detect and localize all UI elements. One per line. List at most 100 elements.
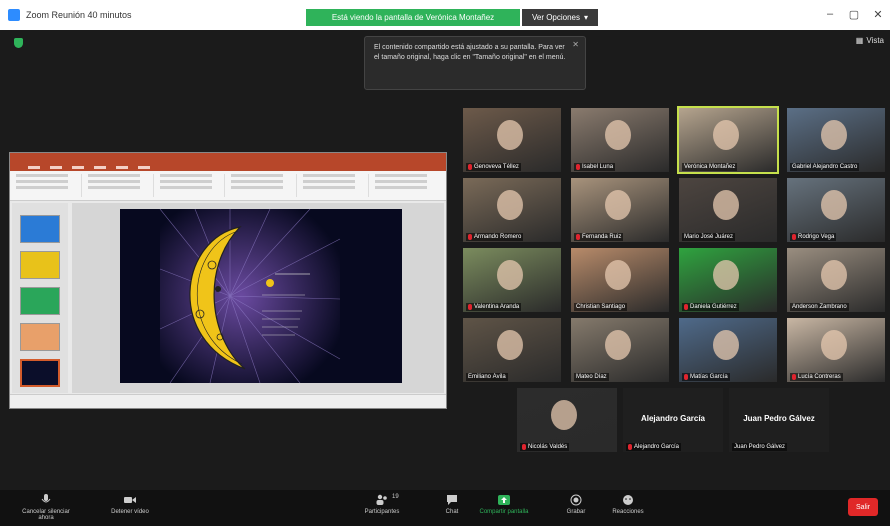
participant-silhouette xyxy=(605,190,631,220)
participant-name: Gabriel Alejandro Castro xyxy=(792,164,858,170)
stop-video-label: Detener vídeo xyxy=(111,509,149,515)
mic-off-icon xyxy=(792,374,796,380)
unmute-button[interactable]: Cancelar silenciar ahora xyxy=(16,494,76,521)
chat-icon xyxy=(447,495,457,505)
security-shield-icon[interactable] xyxy=(14,38,23,48)
participant-name: Isabel Luna xyxy=(582,164,614,170)
participant-silhouette xyxy=(497,120,523,150)
participant-name: Rodrigo Vega xyxy=(798,234,835,240)
participant-tile[interactable]: Nicolás Valdés xyxy=(517,388,617,452)
participants-button[interactable]: Participantes xyxy=(352,494,412,515)
participant-tile[interactable]: Rodrigo Vega xyxy=(787,178,885,242)
participant-tile[interactable]: Isabel Luna xyxy=(571,108,669,172)
participant-silhouette xyxy=(821,330,847,360)
participant-name-label: Nicolás Valdés xyxy=(520,443,570,451)
participant-name-label: Verónica Montañez xyxy=(682,163,738,171)
mic-off-icon xyxy=(468,164,472,170)
unmute-label: Cancelar silenciar ahora xyxy=(22,509,70,521)
mic-off-icon xyxy=(468,234,472,240)
participant-tile[interactable]: Alejandro García Alejandro García xyxy=(623,388,723,452)
participant-name: Verónica Montañez xyxy=(684,164,736,170)
participant-tile[interactable]: Juan Pedro Gálvez Juan Pedro Gálvez xyxy=(729,388,829,452)
participant-silhouette xyxy=(497,330,523,360)
slide-thumbnail[interactable] xyxy=(20,323,60,351)
participant-tile[interactable]: Fernanda Ruiz xyxy=(571,178,669,242)
participant-silhouette xyxy=(551,400,577,430)
participant-silhouette xyxy=(605,260,631,290)
participant-tile[interactable]: Armando Romero xyxy=(463,178,561,242)
participant-name-label: Mario José Juárez xyxy=(682,233,736,241)
minimize-icon[interactable]: – xyxy=(820,8,840,20)
slide-thumbnails xyxy=(12,203,68,393)
participant-name: Lucía Contreras xyxy=(798,374,841,380)
participant-name-label: Emiliano Ávila xyxy=(466,373,508,381)
participant-name-label: Juan Pedro Gálvez xyxy=(732,443,788,451)
chevron-down-icon: ▾ xyxy=(584,13,589,22)
participant-silhouette xyxy=(605,330,631,360)
ppt-titlebar xyxy=(10,153,446,163)
reactions-label: Reacciones xyxy=(612,509,644,515)
tooltip-text: El contenido compartido está ajustado a … xyxy=(374,44,566,61)
participant-name-label: Armando Romero xyxy=(466,233,524,241)
participant-silhouette xyxy=(821,260,847,290)
participant-tile[interactable]: Emiliano Ávila xyxy=(463,318,561,382)
view-label: Vista xyxy=(866,36,884,45)
close-icon[interactable]: ✕ xyxy=(572,40,579,50)
participant-name-label: Lucía Contreras xyxy=(790,373,843,381)
participant-name: Valentina Aranda xyxy=(474,304,520,310)
share-tooltip: El contenido compartido está ajustado a … xyxy=(364,36,586,90)
participant-tile[interactable]: Christian Santiago xyxy=(571,248,669,312)
participant-tile[interactable]: Verónica Montañez xyxy=(677,106,779,174)
participant-tile[interactable]: Mateo Díaz xyxy=(571,318,669,382)
participant-tile[interactable]: Mario José Juárez xyxy=(679,178,777,242)
grid-icon: ▦ xyxy=(855,36,864,45)
mic-off-icon xyxy=(468,304,472,310)
ppt-statusbar xyxy=(10,394,446,408)
leave-button[interactable]: Salir xyxy=(848,498,878,516)
participant-tile[interactable]: Gabriel Alejandro Castro xyxy=(787,108,885,172)
mic-off-icon xyxy=(576,234,580,240)
participant-name: Mateo Díaz xyxy=(576,374,607,380)
maximize-icon[interactable]: ▢ xyxy=(844,8,864,21)
participant-tile[interactable]: Valentina Aranda xyxy=(463,248,561,312)
chat-label: Chat xyxy=(445,509,459,515)
participant-silhouette xyxy=(713,120,739,150)
slide-thumbnail[interactable] xyxy=(20,251,60,279)
view-options-button[interactable]: Ver Opciones ▾ xyxy=(522,9,598,26)
participant-name: Alejandro García xyxy=(634,444,680,450)
view-button[interactable]: ▦ Vista xyxy=(856,36,884,45)
participant-silhouette xyxy=(497,260,523,290)
participant-tile[interactable]: Daniela Gutiérrez xyxy=(679,248,777,312)
participant-tile[interactable]: Anderson Zambrano xyxy=(787,248,885,312)
participant-name: Christian Santiago xyxy=(576,304,626,310)
close-icon[interactable]: ✕ xyxy=(868,8,888,21)
mic-off-icon xyxy=(684,374,688,380)
participant-name: Fernanda Ruiz xyxy=(582,234,622,240)
record-button[interactable]: Grabar xyxy=(546,494,606,515)
moon-illustration xyxy=(159,209,341,383)
slide-thumbnail[interactable] xyxy=(20,359,60,387)
mic-off-icon xyxy=(522,444,526,450)
participant-silhouette xyxy=(713,190,739,220)
record-label: Grabar xyxy=(566,509,586,515)
participant-name-label: Matías García xyxy=(682,373,730,381)
participant-name: Matías García xyxy=(690,374,728,380)
participant-name-label: Anderson Zambrano xyxy=(790,303,849,311)
share-screen-button[interactable]: Compartir pantalla xyxy=(474,494,534,515)
participant-name-label: Fernanda Ruiz xyxy=(574,233,624,241)
slide-thumbnail[interactable] xyxy=(20,287,60,315)
record-icon xyxy=(570,494,582,506)
zoom-app-icon xyxy=(8,9,20,21)
participant-silhouette xyxy=(821,120,847,150)
participant-silhouette xyxy=(821,190,847,220)
reactions-button[interactable]: Reacciones xyxy=(598,494,658,515)
participant-tile[interactable]: Genoveva Téllez xyxy=(463,108,561,172)
stop-video-button[interactable]: Detener vídeo xyxy=(100,494,160,515)
chat-button[interactable]: Chat xyxy=(422,494,482,515)
participant-name: Nicolás Valdés xyxy=(528,444,568,450)
mic-off-icon xyxy=(792,234,796,240)
participant-tile[interactable]: Matías García xyxy=(679,318,777,382)
slide-thumbnail[interactable] xyxy=(20,215,60,243)
participants-label: Participantes xyxy=(364,509,400,515)
participant-tile[interactable]: Lucía Contreras xyxy=(787,318,885,382)
